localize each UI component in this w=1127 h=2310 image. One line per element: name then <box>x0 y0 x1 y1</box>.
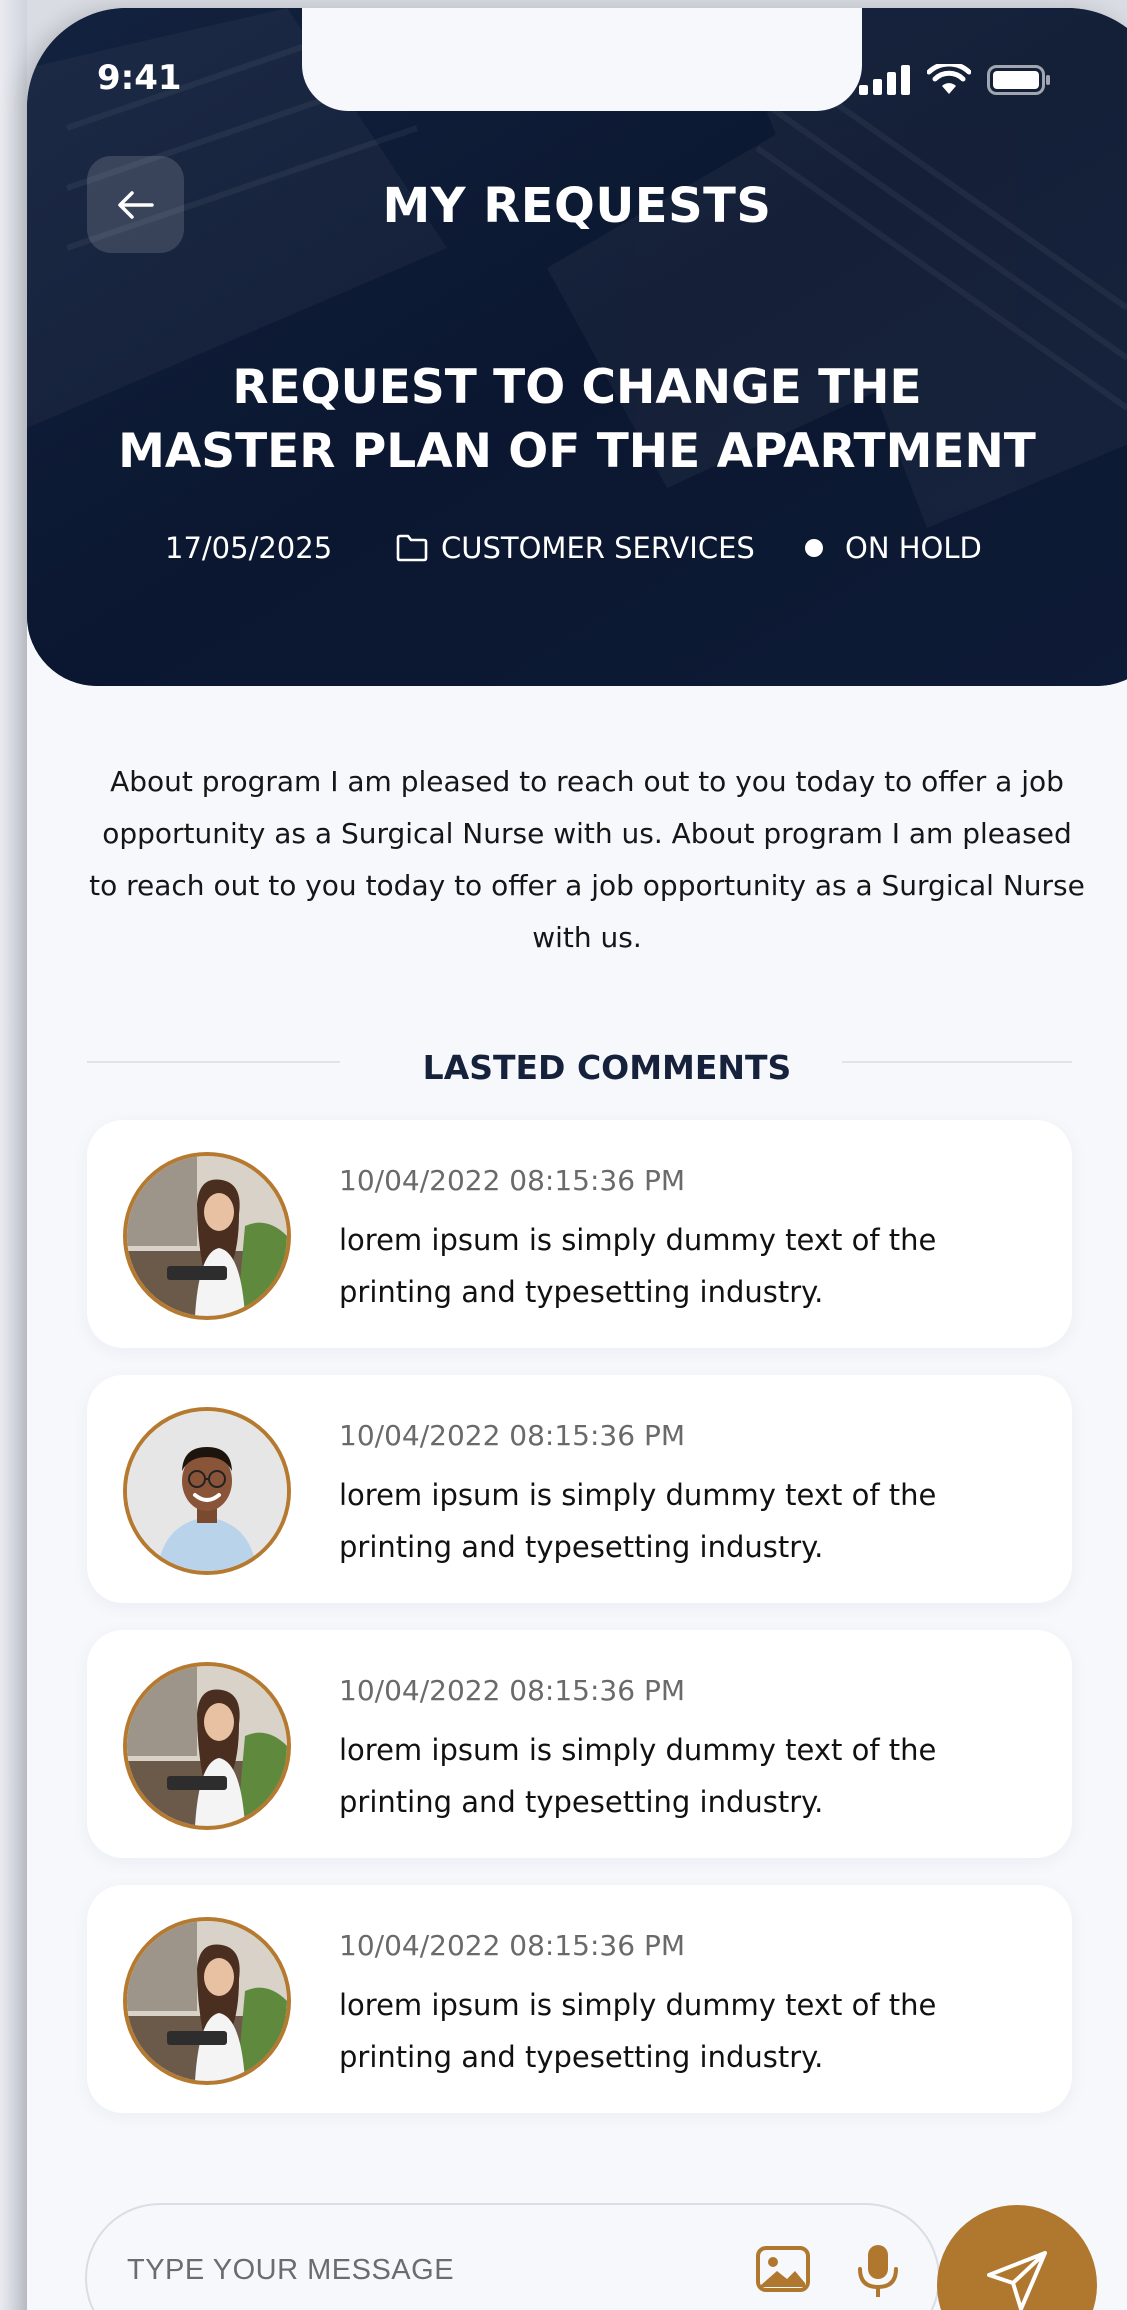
comment-time: 10/04/2022 08:15:36 PM <box>339 1929 685 1962</box>
comment-time: 10/04/2022 08:15:36 PM <box>339 1674 685 1707</box>
microphone-icon[interactable] <box>855 2243 901 2299</box>
avatar <box>123 1917 291 2085</box>
section-divider-right <box>842 1061 1072 1063</box>
signal-icon <box>859 65 910 95</box>
man-glasses-avatar-icon <box>127 1411 287 1571</box>
phone-screen: 9:41 MY REQUESTS REQUEST TO CHANGE THE M… <box>27 8 1127 2310</box>
woman-headset-avatar-icon <box>127 1921 287 2081</box>
send-button[interactable] <box>937 2205 1097 2310</box>
wifi-icon <box>927 64 971 94</box>
avatar <box>123 1662 291 1830</box>
comment-text: lorem ipsum is simply dummy text of the … <box>339 1988 937 2074</box>
comment-text: lorem ipsum is simply dummy text of the … <box>339 1478 937 1564</box>
device-bezel <box>0 0 27 2310</box>
request-title: REQUEST TO CHANGE THE MASTER PLAN OF THE… <box>118 360 1036 479</box>
comment-text: lorem ipsum is simply dummy text of the … <box>339 1733 937 1819</box>
request-description: About program I am pleased to reach out … <box>89 765 1085 954</box>
request-category: CUSTOMER SERVICES <box>395 531 755 565</box>
comment-card: 10/04/2022 08:15:36 PM lorem ipsum is si… <box>87 1375 1072 1603</box>
message-input[interactable] <box>127 2245 667 2295</box>
message-composer <box>85 2203 940 2310</box>
device-notch <box>302 8 862 111</box>
status-time: 9:41 <box>97 58 182 98</box>
status-dot-icon <box>805 539 823 557</box>
comments-section-title: LASTED COMMENTS <box>422 1048 792 1087</box>
comment-time: 10/04/2022 08:15:36 PM <box>339 1419 685 1452</box>
comment-time: 10/04/2022 08:15:36 PM <box>339 1164 685 1197</box>
send-icon <box>987 2251 1047 2310</box>
woman-headset-avatar-icon <box>127 1156 287 1316</box>
image-icon[interactable] <box>755 2245 811 2293</box>
request-date: 17/05/2025 <box>165 531 333 565</box>
request-header: 9:41 MY REQUESTS REQUEST TO CHANGE THE M… <box>27 8 1127 686</box>
page-title: MY REQUESTS <box>382 178 772 234</box>
request-category-label: CUSTOMER SERVICES <box>441 531 755 565</box>
battery-icon <box>987 65 1050 95</box>
comment-card: 10/04/2022 08:15:36 PM lorem ipsum is si… <box>87 1120 1072 1348</box>
comment-card: 10/04/2022 08:15:36 PM lorem ipsum is si… <box>87 1885 1072 2113</box>
status-icons <box>859 64 1051 96</box>
avatar <box>123 1407 291 1575</box>
comment-text: lorem ipsum is simply dummy text of the … <box>339 1223 937 1309</box>
request-status-label: ON HOLD <box>845 531 982 565</box>
avatar <box>123 1152 291 1320</box>
request-status: ON HOLD <box>805 531 982 565</box>
folder-icon <box>396 534 428 562</box>
section-divider-left <box>87 1061 340 1063</box>
woman-headset-avatar-icon <box>127 1666 287 1826</box>
comment-card: 10/04/2022 08:15:36 PM lorem ipsum is si… <box>87 1630 1072 1858</box>
